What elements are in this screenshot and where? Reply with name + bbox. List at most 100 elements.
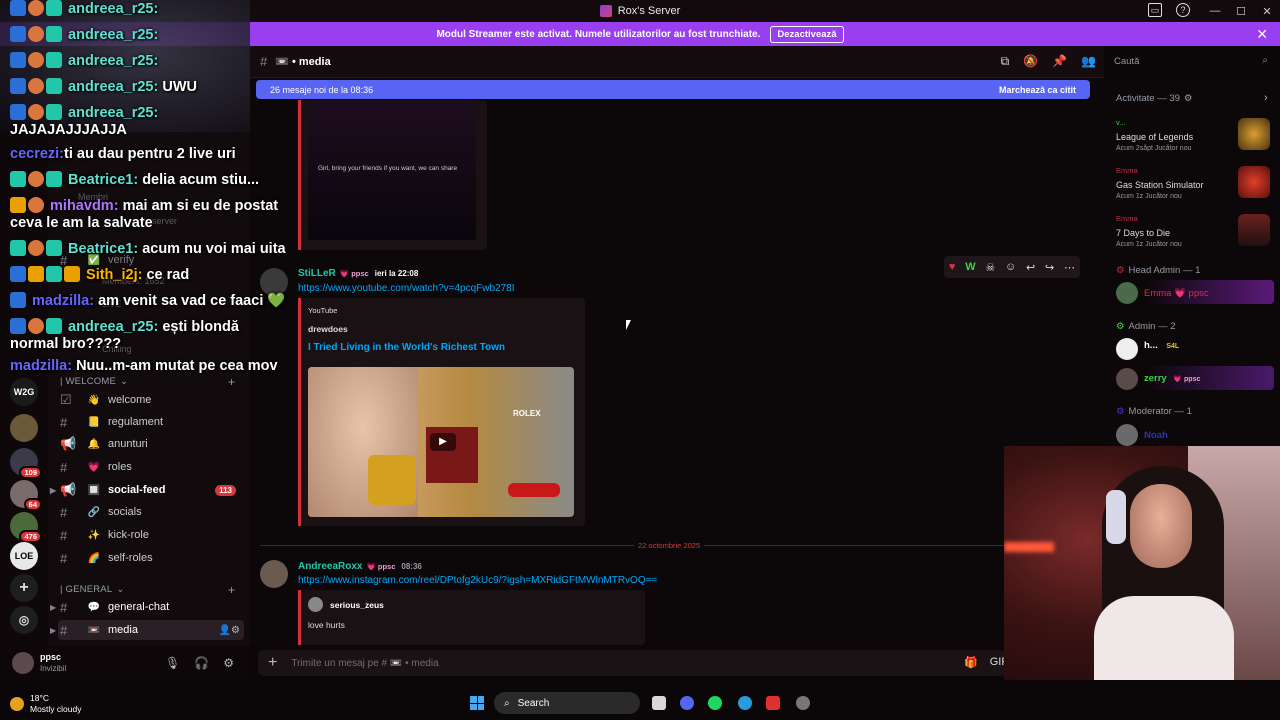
channel-welcome[interactable]: ☑ 👋 welcome <box>58 390 244 410</box>
mute-icon[interactable]: 🔕 <box>1023 54 1038 69</box>
maximize-button[interactable]: ☐ <box>1228 5 1254 18</box>
instagram-link[interactable]: https://www.instagram.com/reel/DPtofg2kU… <box>298 575 657 586</box>
message-author[interactable]: AndreeaRoxx 💗 ppsc 08:36 <box>298 561 422 572</box>
video-thumbnail[interactable]: ROLEX ▶ <box>308 367 574 517</box>
attach-plus-icon[interactable]: + <box>268 654 277 672</box>
avatar[interactable] <box>1116 338 1138 360</box>
channel-roles[interactable]: # 💗 roles <box>58 457 244 477</box>
add-reaction-icon[interactable]: ☺ <box>1005 261 1016 273</box>
headset <box>1106 490 1126 544</box>
user-status: Invizibil <box>40 664 67 673</box>
embed-title[interactable]: I Tried Living in the World's Richest To… <box>308 342 505 353</box>
search-input[interactable]: Caută ⌕ <box>1108 52 1274 72</box>
channel-label: self-roles <box>108 552 153 564</box>
message-author[interactable]: StiLLeR 💗 ppsc ieri la 22:08 <box>298 268 418 279</box>
video-caption: Girl, bring your friends if you want, we… <box>318 165 458 172</box>
file-explorer-icon[interactable] <box>652 696 666 710</box>
app-icon[interactable] <box>766 696 780 710</box>
channel-general-chat[interactable]: ▶ # 💬 general-chat <box>50 597 244 617</box>
inbox-icon[interactable]: ▭ <box>1148 3 1162 17</box>
activity-game[interactable]: Gas Station Simulator <box>1116 180 1204 190</box>
microphone-icon[interactable]: 🎙 <box>165 656 180 670</box>
member-list-icon[interactable]: 👥 <box>1081 54 1096 69</box>
channel-kick-role[interactable]: # ✨ kick-role <box>58 525 244 545</box>
shield-icon: ⚙ <box>1116 321 1125 332</box>
header-tools: ⧉ 🔕 📌 👥 <box>1001 54 1096 69</box>
avatar[interactable] <box>12 652 34 674</box>
server-cat[interactable] <box>10 414 38 442</box>
hash-icon: # <box>60 459 68 475</box>
league-icon <box>1238 118 1270 150</box>
channel-anunturi[interactable]: 📢 🔔 anunturi <box>58 434 244 454</box>
minimize-button[interactable]: — <box>1202 5 1228 17</box>
threads-icon[interactable]: ⧉ <box>1001 54 1010 69</box>
reply-icon[interactable]: ↩ <box>1026 261 1035 274</box>
close-window-button[interactable]: ✕ <box>1254 5 1280 18</box>
channel-label: anunturi <box>108 438 148 450</box>
channel-social-feed[interactable]: ▶ 📢 🔲 social-feed 113 <box>50 480 244 500</box>
channel-socials[interactable]: # 🔗 socials <box>58 502 244 522</box>
channel-regulament[interactable]: # 📒 regulament <box>58 412 244 432</box>
more-icon[interactable]: ⋯ <box>1064 261 1075 274</box>
category-general[interactable]: | GENERAL ⌄ + <box>60 583 235 597</box>
settings-icon[interactable] <box>796 696 810 710</box>
heart-reaction-icon[interactable]: ♥ <box>949 261 956 273</box>
weather-widget[interactable]: 18°C Mostly cloudy <box>10 693 82 715</box>
play-icon[interactable]: ▶ <box>430 433 456 451</box>
disable-streamer-button[interactable]: Dezactivează <box>770 25 844 43</box>
channel-media[interactable]: ▶ # 📼 media 👤⚙ <box>50 620 244 640</box>
member-name[interactable]: h... S4L <box>1144 340 1179 351</box>
server-4[interactable]: 64 <box>10 480 42 511</box>
spotify-icon[interactable] <box>708 696 722 710</box>
gear-icon[interactable]: ⚙ <box>223 656 234 670</box>
member-list: Activitate — 39 ⚙ › v... League of Legen… <box>1104 78 1280 498</box>
chevron-right-icon: ▶ <box>50 602 57 612</box>
server-loe[interactable]: LOE <box>10 542 38 570</box>
activity-header[interactable]: Activitate — 39 ⚙ <box>1116 93 1192 104</box>
message-composer[interactable]: + Trimite un mesaj pe # 📼 • media <box>258 650 1006 676</box>
channel-self-roles[interactable]: # 🌈 self-roles <box>58 548 244 568</box>
server-3[interactable]: 109 <box>10 448 42 479</box>
member-name[interactable]: Noah <box>1144 430 1168 441</box>
channel-settings-icons[interactable]: 👤⚙ <box>219 625 240 636</box>
add-server-icon[interactable]: + <box>10 574 38 602</box>
role-tag: 💗 ppsc <box>366 562 396 571</box>
server-w2g[interactable]: W2G <box>10 378 38 406</box>
discord-icon[interactable] <box>680 696 694 710</box>
w-reaction-icon[interactable]: W <box>965 261 975 273</box>
avatar[interactable] <box>1116 424 1138 446</box>
overlay-msg: ceva le am la salvate <box>10 215 153 231</box>
activity-game[interactable]: League of Legends <box>1116 132 1193 142</box>
headphones-icon[interactable]: 🎧 <box>194 656 209 670</box>
role-header-moderator: ⚙ Moderator — 1 <box>1116 406 1192 417</box>
head-admin-label: Head Admin — 1 <box>1128 265 1201 276</box>
server-5[interactable]: 476 <box>10 512 42 543</box>
gift-icon[interactable]: 🎁 <box>964 656 978 669</box>
banner-close-icon[interactable]: ✕ <box>1256 26 1268 43</box>
gear-icon: ⚙ <box>1183 93 1193 104</box>
window-controls: — ☐ ✕ <box>1202 0 1280 22</box>
forward-icon[interactable]: ↪ <box>1045 261 1054 274</box>
taskbar-search[interactable]: ⌕ Search <box>494 692 640 714</box>
embed-author[interactable]: drewdoes <box>308 324 348 334</box>
author-name: AndreeaRoxx <box>298 561 363 572</box>
user-name: ppsc <box>40 652 62 662</box>
skull-reaction-icon[interactable]: ☠ <box>985 261 995 274</box>
windows-start-icon[interactable] <box>470 696 484 710</box>
youtube-link[interactable]: https://www.youtube.com/watch?v=4pcqFwb2… <box>298 283 515 294</box>
chevron-right-icon[interactable]: › <box>1264 92 1268 104</box>
discover-icon[interactable]: ◎ <box>10 606 38 634</box>
pin-icon[interactable]: 📌 <box>1052 54 1067 69</box>
webcam-overlay <box>1004 446 1280 680</box>
add-channel-icon[interactable]: + <box>228 583 235 597</box>
avatar[interactable] <box>260 560 288 588</box>
help-icon[interactable]: ? <box>1176 3 1190 17</box>
chevron-right-icon: ▶ <box>50 485 57 495</box>
activity-label: Activitate — 39 <box>1116 93 1180 104</box>
message-time: ieri la 22:08 <box>374 269 419 278</box>
edge-icon[interactable] <box>738 696 752 710</box>
new-messages-bar[interactable]: 26 mesaje noi de la 08:36 Marchează ca c… <box>256 80 1090 99</box>
mark-as-read-button[interactable]: Marchează ca citit <box>999 85 1076 95</box>
embed-author[interactable]: serious_zeus <box>330 600 384 610</box>
activity-game[interactable]: 7 Days to Die <box>1116 228 1170 238</box>
